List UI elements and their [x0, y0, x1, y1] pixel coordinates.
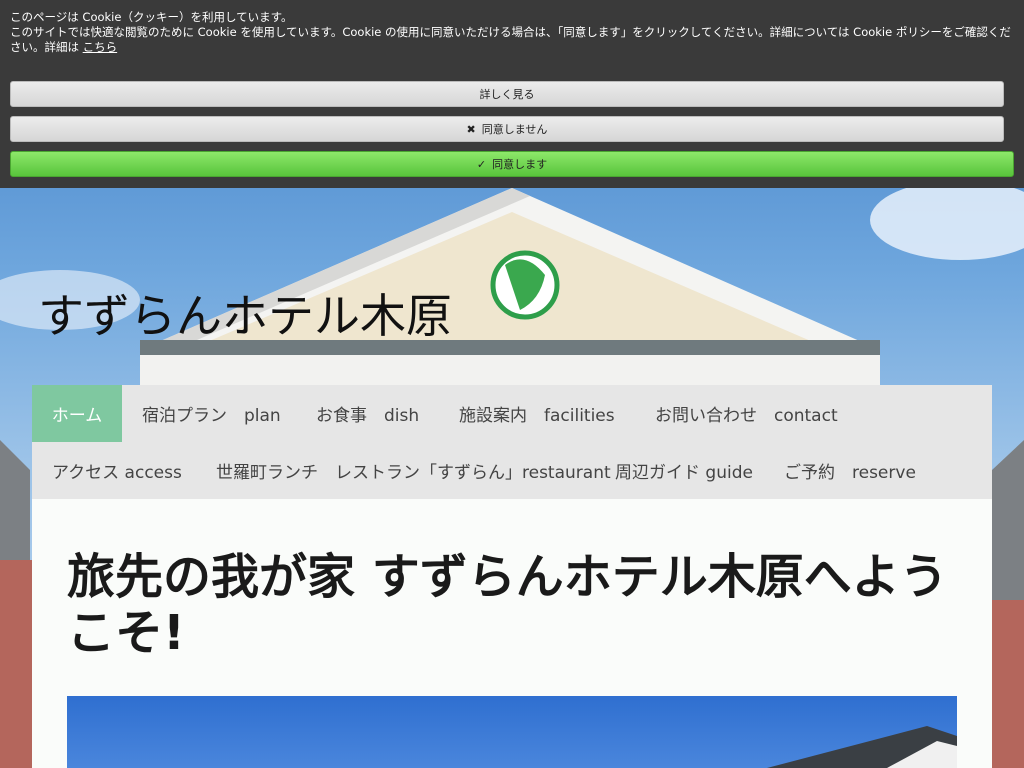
- main-content: 旅先の我が家 すずらんホテル木原へようこそ!: [32, 499, 992, 768]
- check-icon: ✓: [476, 157, 487, 171]
- cookie-line-2: このサイトでは快適な閲覧のために Cookie を使用しています。Cookie …: [10, 25, 1014, 55]
- close-icon: ✖: [466, 122, 476, 136]
- cookie-line-1: このページは Cookie（クッキー）を利用しています。: [10, 10, 293, 24]
- nav-item-restaurant[interactable]: 世羅町ランチ レストラン「すずらん」restaurant: [196, 442, 631, 499]
- cookie-more-label: 詳しく見る: [479, 88, 535, 101]
- nav-item-reserve[interactable]: ご予約 reserve: [764, 442, 936, 499]
- nav-item-access[interactable]: アクセス access: [32, 442, 202, 499]
- cookie-agree-button[interactable]: ✓ 同意します: [10, 151, 1014, 177]
- cookie-deny-label: 同意しません: [481, 123, 548, 136]
- main-navigation: ホーム 宿泊プラン plan お食事 dish 施設案内 facilities …: [32, 385, 992, 499]
- cookie-more-button[interactable]: 詳しく見る: [10, 81, 1004, 107]
- nav-item-home[interactable]: ホーム: [32, 385, 122, 442]
- cookie-deny-button[interactable]: ✖ 同意しません: [10, 116, 1004, 142]
- page-headline: 旅先の我が家 すずらんホテル木原へようこそ!: [67, 549, 948, 661]
- nav-item-contact[interactable]: お問い合わせ contact: [635, 385, 858, 442]
- cookie-text: このサイトでは快適な閲覧のために Cookie を使用しています。Cookie …: [10, 25, 1011, 54]
- cookie-policy-link[interactable]: こちら: [83, 40, 118, 54]
- nav-item-facilities[interactable]: 施設案内 facilities: [439, 385, 635, 442]
- cookie-banner: このページは Cookie（クッキー）を利用しています。 このサイトでは快適な閲…: [0, 0, 1024, 188]
- cookie-agree-label: 同意します: [492, 158, 548, 171]
- hotel-photo: [67, 696, 957, 768]
- nav-item-dish[interactable]: お食事 dish: [296, 385, 439, 442]
- nav-item-guide[interactable]: 周辺ガイド guide: [595, 442, 773, 499]
- site-title[interactable]: すずらんホテル木原: [38, 280, 452, 346]
- nav-item-plan[interactable]: 宿泊プラン plan: [122, 385, 301, 442]
- hotel-photo-image: [767, 726, 957, 768]
